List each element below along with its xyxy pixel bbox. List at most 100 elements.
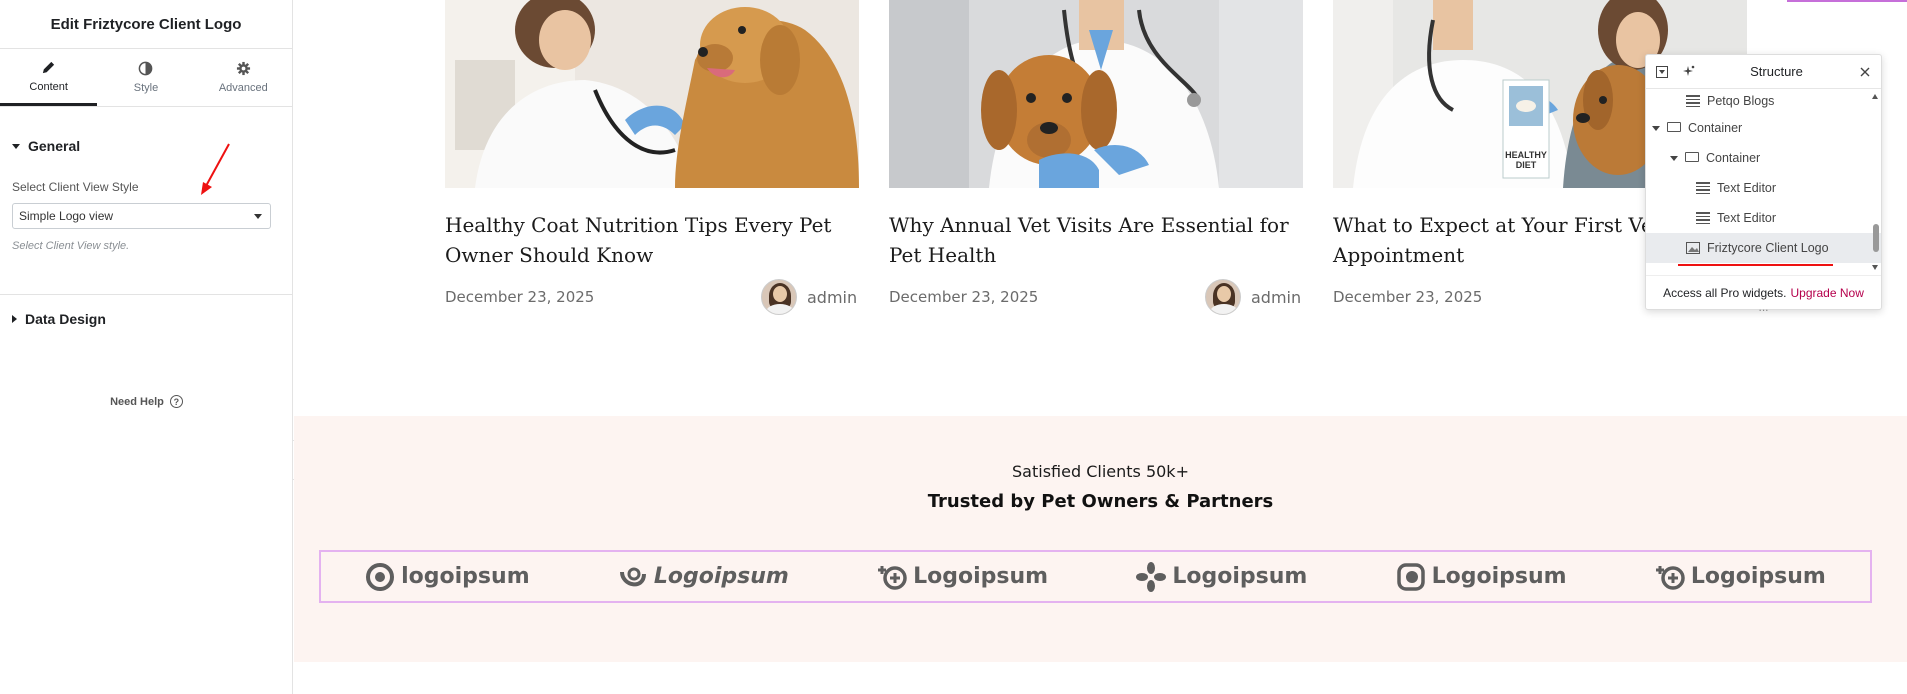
ring-logo-icon	[366, 562, 395, 591]
tab-content-label: Content	[29, 80, 68, 93]
client-logo[interactable]: Logoipsum	[1655, 562, 1826, 592]
post-author[interactable]: admin	[1205, 279, 1301, 315]
tab-content[interactable]: Content	[0, 49, 98, 106]
section-data-design-label: Data Design	[25, 311, 106, 327]
structure-row-label: Friztycore Client Logo	[1707, 241, 1829, 255]
structure-row-label: Text Editor	[1717, 181, 1777, 195]
client-logo-text: Logoipsum	[1431, 564, 1567, 589]
section-general-toggle[interactable]: General	[0, 138, 92, 154]
post-title[interactable]: What to Expect at Your First Vet Appoint…	[1333, 210, 1673, 270]
post-date: December 23, 2025	[445, 288, 595, 306]
client-logo-text: logoipsum	[401, 564, 530, 589]
annotation-arrow-icon	[201, 143, 230, 195]
structure-row-selected[interactable]: Friztycore Client Logo	[1646, 233, 1881, 263]
image-icon	[1686, 242, 1700, 254]
client-view-style-help: Select Client View style.	[12, 240, 130, 252]
client-logo[interactable]: Logoipsum	[618, 562, 789, 592]
structure-row[interactable]: Petqo Blogs	[1646, 89, 1881, 113]
text-editor-icon	[1696, 182, 1710, 194]
select-caret-icon	[254, 213, 262, 219]
editor-app: Edit Friztycore Client Logo Content Styl…	[0, 0, 1907, 694]
author-name: admin	[807, 287, 858, 307]
help-icon: ?	[169, 395, 183, 408]
need-help-label: Need Help	[110, 395, 164, 408]
plus-circle-logo-icon	[878, 565, 907, 590]
container-icon	[1685, 152, 1699, 164]
structure-row-label: Petqo Blogs	[1707, 94, 1775, 108]
tab-style-label: Style	[133, 82, 159, 94]
pencil-icon	[43, 61, 55, 73]
section-data-design-toggle[interactable]: Data Design	[0, 311, 118, 327]
client-view-style-label: Select Client View Style	[12, 180, 139, 194]
clients-subtitle: Satisfied Clients 50k+	[1012, 462, 1189, 481]
panel-title: Edit Friztycore Client Logo	[0, 0, 292, 49]
tab-advanced[interactable]: Advanced	[195, 49, 292, 106]
close-icon[interactable]	[1857, 64, 1873, 80]
structure-scroll-thumb[interactable]	[1873, 224, 1879, 252]
post-title[interactable]: Why Annual Vet Visits Are Essential for …	[889, 210, 1303, 270]
flower-logo-icon	[1136, 561, 1167, 592]
post-image-vet-dog[interactable]	[445, 0, 859, 188]
author-avatar	[761, 279, 797, 315]
client-logo-text: Logoipsum	[913, 564, 1049, 589]
post-date: December 23, 2025	[1333, 288, 1483, 306]
structure-row[interactable]: Container	[1646, 113, 1881, 143]
sparkle-icon[interactable]	[1680, 64, 1696, 80]
structure-panel: Structure Petqo Blogs Container Containe…	[1645, 54, 1882, 313]
caret-right-icon	[12, 315, 17, 323]
structure-row[interactable]: Container	[1646, 143, 1881, 173]
editor-panel: Edit Friztycore Client Logo Content Styl…	[0, 0, 293, 694]
tab-advanced-label: Advanced	[218, 82, 268, 94]
tab-style[interactable]: Style	[97, 49, 194, 106]
client-logo-text: Logoipsum	[1172, 564, 1308, 589]
post-date: December 23, 2025	[889, 288, 1039, 306]
container-icon	[1667, 122, 1681, 134]
need-help-link[interactable]: Need Help ?	[0, 395, 293, 408]
client-logo-text: Logoipsum	[1690, 564, 1826, 589]
client-view-style-select[interactable]: Simple Logo view	[12, 203, 271, 229]
text-editor-icon	[1696, 212, 1710, 224]
structure-row-label: Text Editor	[1717, 211, 1777, 225]
rounded-square-logo-icon	[1396, 562, 1425, 591]
more-options-icon[interactable]: ...	[1646, 301, 1881, 313]
structure-row-label: Container	[1706, 151, 1761, 165]
annotation-underline	[1678, 264, 1833, 266]
client-logo-widget[interactable]: logoipsum Logoipsum Logoipsum Logoipsum …	[319, 550, 1872, 603]
clients-section: Satisfied Clients 50k+ Trusted by Pet Ow…	[294, 416, 1907, 662]
half-circle-icon	[139, 61, 153, 76]
diet-badge-text: HEALTHY	[1505, 150, 1547, 160]
client-logo[interactable]: logoipsum	[365, 562, 530, 592]
panel-tabs: Content Style Advanced	[0, 49, 292, 107]
swirl-logo-icon	[619, 567, 646, 586]
list-icon	[1686, 95, 1700, 107]
collapse-structure-icon[interactable]	[1654, 64, 1670, 80]
post-image-vet-dog[interactable]	[889, 0, 1303, 188]
post-author[interactable]: admin	[761, 279, 857, 315]
client-view-style-value: Simple Logo view	[19, 209, 114, 223]
caret-down-icon	[1670, 155, 1678, 161]
top-accent-bar	[1787, 0, 1907, 2]
structure-tree: Petqo Blogs Container Container Text Edi…	[1646, 89, 1881, 275]
pro-upsell-text: Access all Pro widgets.	[1663, 285, 1787, 300]
plus-circle-logo-icon	[1655, 565, 1685, 590]
client-logo[interactable]: Logoipsum	[877, 562, 1048, 592]
client-logo-text: Logoipsum	[653, 564, 789, 589]
section-divider	[0, 294, 293, 295]
caret-down-icon	[12, 143, 20, 149]
section-general-label: General	[28, 138, 81, 154]
structure-header: Structure	[1646, 55, 1881, 89]
clients-title: Trusted by Pet Owners & Partners	[927, 491, 1274, 512]
structure-title: Structure	[1750, 64, 1803, 79]
client-logo[interactable]: Logoipsum	[1396, 562, 1567, 592]
author-name: admin	[1251, 287, 1302, 307]
diet-badge-text: DIET	[1516, 160, 1537, 170]
author-avatar	[1205, 279, 1241, 315]
structure-row[interactable]: Text Editor	[1646, 203, 1881, 233]
post-title[interactable]: Healthy Coat Nutrition Tips Every Pet Ow…	[445, 210, 859, 270]
gear-icon	[236, 61, 250, 76]
client-logo[interactable]: Logoipsum	[1136, 561, 1308, 592]
upgrade-now-link[interactable]: Upgrade Now	[1791, 286, 1864, 300]
caret-down-icon	[1652, 125, 1660, 131]
structure-row[interactable]: Text Editor	[1646, 173, 1881, 203]
structure-row-label: Container	[1688, 121, 1743, 135]
